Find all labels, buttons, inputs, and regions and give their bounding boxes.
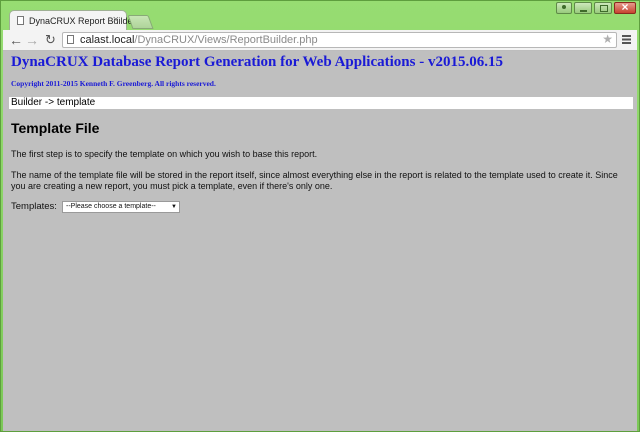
page-info-icon[interactable]: [67, 35, 74, 44]
browser-toolbar: ← → ↻ calast.local/DynaCRUX/Views/Report…: [3, 30, 637, 51]
star-icon[interactable]: ★: [602, 32, 613, 46]
address-path: /DynaCRUX/Views/ReportBuilder.php: [134, 34, 318, 46]
new-tab-button[interactable]: [127, 15, 154, 29]
page-icon: [17, 16, 24, 25]
title-bar: DynaCRUX Report Builder ×: [1, 0, 639, 31]
browser-window: DynaCRUX Report Builder × ← → ↻ calast.l…: [0, 0, 640, 432]
window-close-icon[interactable]: [614, 0, 636, 14]
app-title: DynaCRUX Database Report Generation for …: [11, 54, 503, 70]
template-select-value: --Please choose a template--: [66, 203, 156, 210]
description-paragraph: The name of the template file will be st…: [11, 170, 618, 191]
forward-icon[interactable]: →: [25, 31, 39, 49]
templates-label: Templates:: [11, 201, 57, 212]
copyright-notice: Copyright 2011-2015 Kenneth F. Greenberg…: [11, 79, 216, 88]
user-icon[interactable]: [556, 2, 572, 14]
reload-icon[interactable]: ↻: [45, 31, 56, 49]
tab-report-builder[interactable]: DynaCRUX Report Builder ×: [9, 10, 136, 31]
close-icon[interactable]: ×: [113, 14, 119, 26]
tab-title: DynaCRUX Report Builder: [29, 16, 136, 26]
back-icon[interactable]: ←: [9, 31, 23, 49]
breadcrumb: Builder -> template: [9, 97, 633, 109]
maximize-icon[interactable]: [594, 2, 612, 14]
address-url[interactable]: calast.local/DynaCRUX/Views/ReportBuilde…: [80, 33, 318, 47]
chevron-down-icon: ▼: [171, 204, 177, 210]
page-title: Template File: [11, 120, 100, 136]
minimize-icon[interactable]: [574, 2, 592, 14]
page-content: DynaCRUX Database Report Generation for …: [3, 51, 637, 431]
template-select[interactable]: --Please choose a template-- ▼: [62, 201, 180, 213]
address-host: calast.local: [80, 34, 135, 46]
menu-icon[interactable]: [622, 35, 631, 44]
intro-paragraph: The first step is to specify the templat…: [11, 149, 318, 159]
address-bar[interactable]: calast.local/DynaCRUX/Views/ReportBuilde…: [62, 32, 617, 48]
